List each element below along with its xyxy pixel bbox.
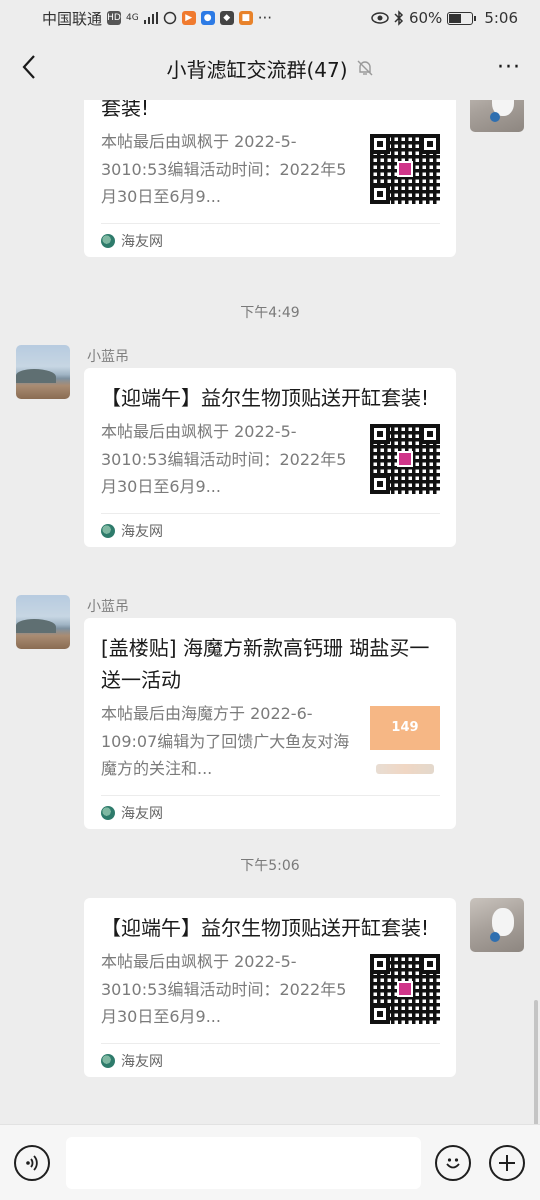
- qr-code-thumbnail: [370, 134, 440, 204]
- link-card[interactable]: [盖楼贴] 海魔方新款高钙珊 瑚盐买一送一活动 本帖最后由海魔方于 2022-6…: [84, 618, 456, 829]
- group-name: 小背滤缸交流群(47): [166, 57, 348, 82]
- card-description: 本帖最后由飒枫于 2022-5-3010:53编辑活动时间：2022年5月30日…: [101, 132, 347, 206]
- site-logo-icon: [101, 805, 115, 820]
- message-list[interactable]: 套装! 本帖最后由飒枫于 2022-5-3010:53编辑活动时间：2022年5…: [0, 100, 540, 1124]
- battery-icon: [447, 11, 477, 25]
- sender-name: 小蓝吊: [87, 599, 129, 615]
- card-source: 海友网: [101, 513, 440, 547]
- status-bar: 中国联通 HD 4G ▶ ● ◆ ■ ··· 60% 5:06: [0, 0, 540, 36]
- card-title: 套装!: [101, 100, 150, 120]
- add-button[interactable]: [489, 1145, 525, 1181]
- site-logo-icon: [101, 523, 115, 538]
- emoji-icon: [446, 1158, 460, 1169]
- avatar[interactable]: [470, 100, 524, 132]
- video-app-icon: ▶: [181, 11, 196, 25]
- network-4g-icon: 4G: [126, 12, 139, 23]
- plus-circle-icon: [499, 1155, 515, 1171]
- card-source: 海友网: [101, 1043, 440, 1077]
- promo-thumbnail: 149: [370, 706, 440, 776]
- more-options-button[interactable]: ···: [492, 52, 526, 82]
- shop-app-icon: ■: [238, 11, 253, 25]
- chat-header: 小背滤缸交流群(47) ···: [0, 36, 540, 100]
- card-source: 海友网: [101, 223, 440, 257]
- qr-code-thumbnail: [370, 424, 440, 494]
- more-icon: ···: [497, 54, 521, 80]
- shield-app-icon: ◆: [219, 11, 234, 25]
- timestamp: 下午5:06: [240, 858, 300, 874]
- avatar[interactable]: [16, 595, 70, 649]
- site-logo-icon: [101, 1053, 115, 1068]
- source-name: 海友网: [121, 1053, 163, 1070]
- carrier-label: 中国联通: [42, 9, 103, 28]
- source-name: 海友网: [121, 233, 163, 250]
- card-title: 【迎端午】益尔生物顶贴送开缸套装!: [101, 916, 430, 940]
- eye-icon: [371, 12, 389, 24]
- chat-title: 小背滤缸交流群(47): [166, 54, 373, 83]
- signal-icon: [143, 12, 158, 24]
- card-description: 本帖最后由飒枫于 2022-5-3010:53编辑活动时间：2022年5月30日…: [101, 952, 347, 1026]
- bell-off-icon: [357, 60, 373, 76]
- more-notifications-icon: ···: [257, 9, 273, 27]
- scrollbar[interactable]: [534, 1000, 538, 1124]
- card-description: 本帖最后由飒枫于 2022-5-3010:53编辑活动时间：2022年5月30日…: [101, 422, 347, 496]
- site-logo-icon: [101, 233, 115, 248]
- link-card[interactable]: 【迎端午】益尔生物顶贴送开缸套装! 本帖最后由飒枫于 2022-5-3010:5…: [84, 898, 456, 1077]
- bulb-app-icon: ●: [200, 11, 215, 25]
- sync-icon: [163, 11, 177, 25]
- qr-code-thumbnail: [370, 954, 440, 1024]
- message-input[interactable]: [66, 1137, 421, 1189]
- back-button[interactable]: [14, 52, 44, 82]
- card-title: 【迎端午】益尔生物顶贴送开缸套装!: [101, 386, 430, 410]
- battery-percent: 60%: [408, 9, 443, 27]
- source-name: 海友网: [121, 805, 163, 822]
- clock: 5:06: [484, 9, 518, 27]
- voice-button[interactable]: [14, 1145, 50, 1181]
- sender-name: 小蓝吊: [87, 349, 129, 365]
- source-name: 海友网: [121, 523, 163, 540]
- card-title: [盖楼贴] 海魔方新款高钙珊 瑚盐买一送一活动: [101, 636, 430, 692]
- chevron-left-icon: [22, 55, 35, 79]
- input-bar: [0, 1124, 540, 1200]
- link-card[interactable]: 套装! 本帖最后由飒枫于 2022-5-3010:53编辑活动时间：2022年5…: [84, 100, 456, 257]
- card-source: 海友网: [101, 795, 440, 829]
- hd-badge-icon: HD: [107, 11, 122, 25]
- timestamp: 下午4:49: [240, 305, 300, 321]
- card-description: 本帖最后由海魔方于 2022-6-109:07编辑为了回馈广大鱼友对海魔方的关注…: [101, 704, 350, 778]
- link-card[interactable]: 【迎端午】益尔生物顶贴送开缸套装! 本帖最后由飒枫于 2022-5-3010:5…: [84, 368, 456, 547]
- bluetooth-icon: [394, 10, 404, 26]
- emoji-button[interactable]: [435, 1145, 471, 1181]
- avatar[interactable]: [470, 898, 524, 952]
- voice-icon: [26, 1155, 38, 1171]
- avatar[interactable]: [16, 345, 70, 399]
